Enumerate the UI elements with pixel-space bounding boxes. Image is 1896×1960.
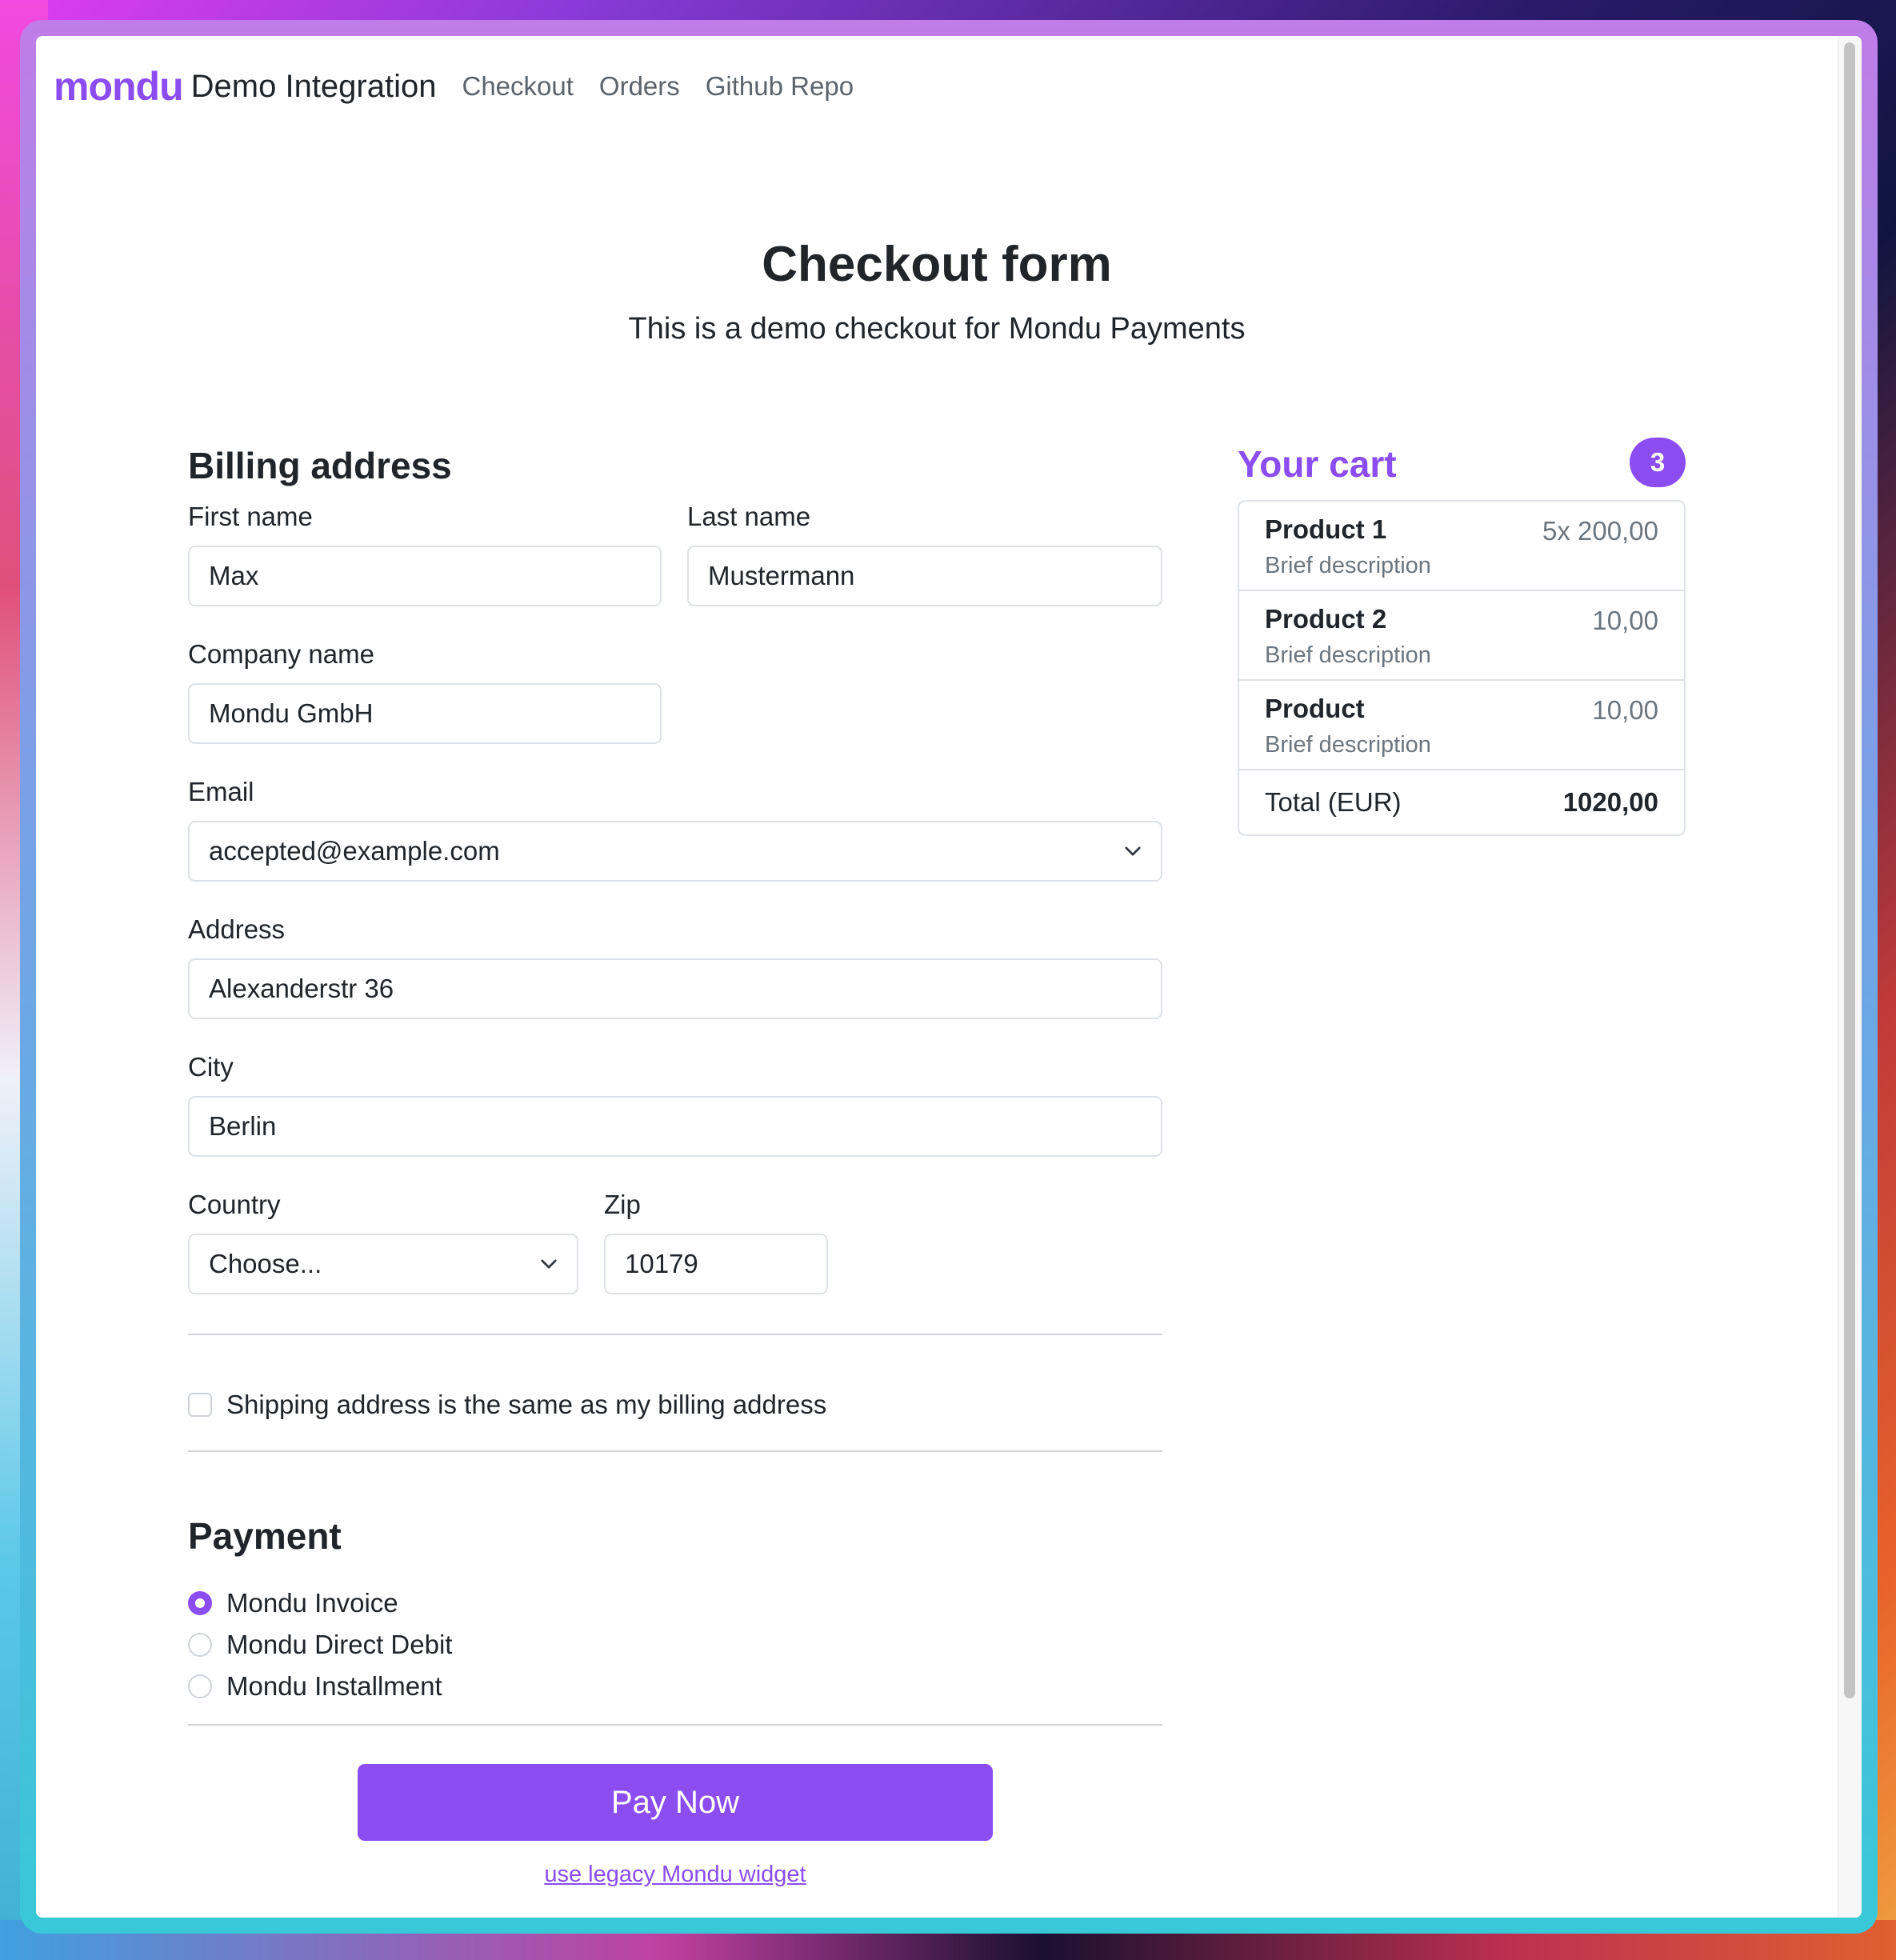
cart-total-label: Total (EUR): [1265, 787, 1402, 817]
country-select[interactable]: Choose...: [188, 1234, 578, 1294]
company-name-label: Company name: [188, 639, 374, 669]
cart-item-price: 10,00: [1592, 606, 1658, 635]
nav-link-checkout[interactable]: Checkout: [462, 71, 573, 102]
cart-count-badge: 3: [1630, 438, 1686, 487]
cart-item: Product 2 Brief description 10,00: [1239, 591, 1684, 681]
nav-link-github-repo[interactable]: Github Repo: [706, 71, 854, 102]
cart-total-value: 1020,00: [1562, 787, 1658, 817]
payment-option-installment[interactable]: Mondu Installment: [188, 1671, 442, 1702]
radio-installment[interactable]: [188, 1674, 212, 1698]
address-field[interactable]: [188, 958, 1162, 1019]
zip-label: Zip: [604, 1190, 641, 1219]
page-content: mondu Demo Integration Checkout Orders G…: [36, 36, 1862, 1918]
last-name-label: Last name: [687, 502, 811, 531]
divider: [188, 1334, 1162, 1335]
divider: [188, 1724, 1162, 1726]
brand-title[interactable]: Demo Integration: [191, 69, 437, 105]
last-name-field[interactable]: [687, 546, 1162, 606]
same-shipping-checkbox[interactable]: [188, 1393, 212, 1417]
cart-total-row: Total (EUR) 1020,00: [1239, 770, 1684, 834]
divider: [188, 1450, 1162, 1452]
chevron-down-icon: [541, 1259, 557, 1269]
email-label: Email: [188, 777, 254, 806]
same-shipping-label[interactable]: Shipping address is the same as my billi…: [226, 1390, 826, 1420]
city-label: City: [188, 1052, 234, 1082]
payment-option-label[interactable]: Mondu Installment: [226, 1671, 442, 1702]
cart-item-price: 10,00: [1592, 695, 1658, 725]
payment-option-label[interactable]: Mondu Direct Debit: [226, 1630, 452, 1660]
cart-list: Product 1 Brief description 5x 200,00 Pr…: [1238, 500, 1686, 836]
cart-item-description: Brief description: [1265, 553, 1431, 578]
nav-link-orders[interactable]: Orders: [599, 71, 680, 102]
zip-field[interactable]: [604, 1234, 828, 1294]
chevron-down-icon: [1125, 846, 1141, 856]
browser-window: mondu Demo Integration Checkout Orders G…: [20, 20, 1878, 1934]
page-subtitle: This is a demo checkout for Mondu Paymen…: [628, 312, 1246, 346]
payment-option-label[interactable]: Mondu Invoice: [226, 1588, 398, 1618]
cart-item: Product Brief description 10,00: [1239, 681, 1684, 770]
vertical-scrollbar[interactable]: [1838, 36, 1862, 1918]
billing-heading: Billing address: [188, 445, 452, 486]
cart-title: Your cart: [1238, 443, 1397, 485]
cart-item-description: Brief description: [1265, 642, 1431, 668]
country-select-value: Choose...: [209, 1249, 322, 1278]
city-field[interactable]: [188, 1096, 1162, 1157]
payment-option-direct-debit[interactable]: Mondu Direct Debit: [188, 1630, 452, 1660]
email-select[interactable]: accepted@example.com: [188, 821, 1162, 882]
radio-invoice[interactable]: [188, 1591, 212, 1615]
address-label: Address: [188, 914, 286, 944]
same-shipping-checkbox-row[interactable]: Shipping address is the same as my billi…: [188, 1390, 826, 1420]
payment-option-invoice[interactable]: Mondu Invoice: [188, 1588, 398, 1618]
navbar: mondu Demo Integration Checkout Orders G…: [54, 58, 854, 114]
cart-item-price: 5x 200,00: [1542, 516, 1658, 546]
mondu-logo[interactable]: mondu: [54, 63, 184, 110]
payment-heading: Payment: [188, 1515, 342, 1557]
cart-item: Product 1 Brief description 5x 200,00: [1239, 502, 1684, 591]
country-label: Country: [188, 1190, 281, 1219]
first-name-label: First name: [188, 502, 313, 531]
company-name-field[interactable]: [188, 683, 662, 744]
scrollbar-thumb[interactable]: [1844, 42, 1855, 1698]
page-title: Checkout form: [762, 237, 1112, 292]
email-select-value: accepted@example.com: [209, 836, 500, 866]
cart-item-description: Brief description: [1265, 732, 1431, 758]
radio-direct-debit[interactable]: [188, 1633, 212, 1657]
first-name-field[interactable]: [188, 546, 662, 606]
legacy-widget-link[interactable]: use legacy Mondu widget: [36, 1862, 1314, 1888]
pay-now-button[interactable]: Pay Now: [358, 1764, 993, 1841]
